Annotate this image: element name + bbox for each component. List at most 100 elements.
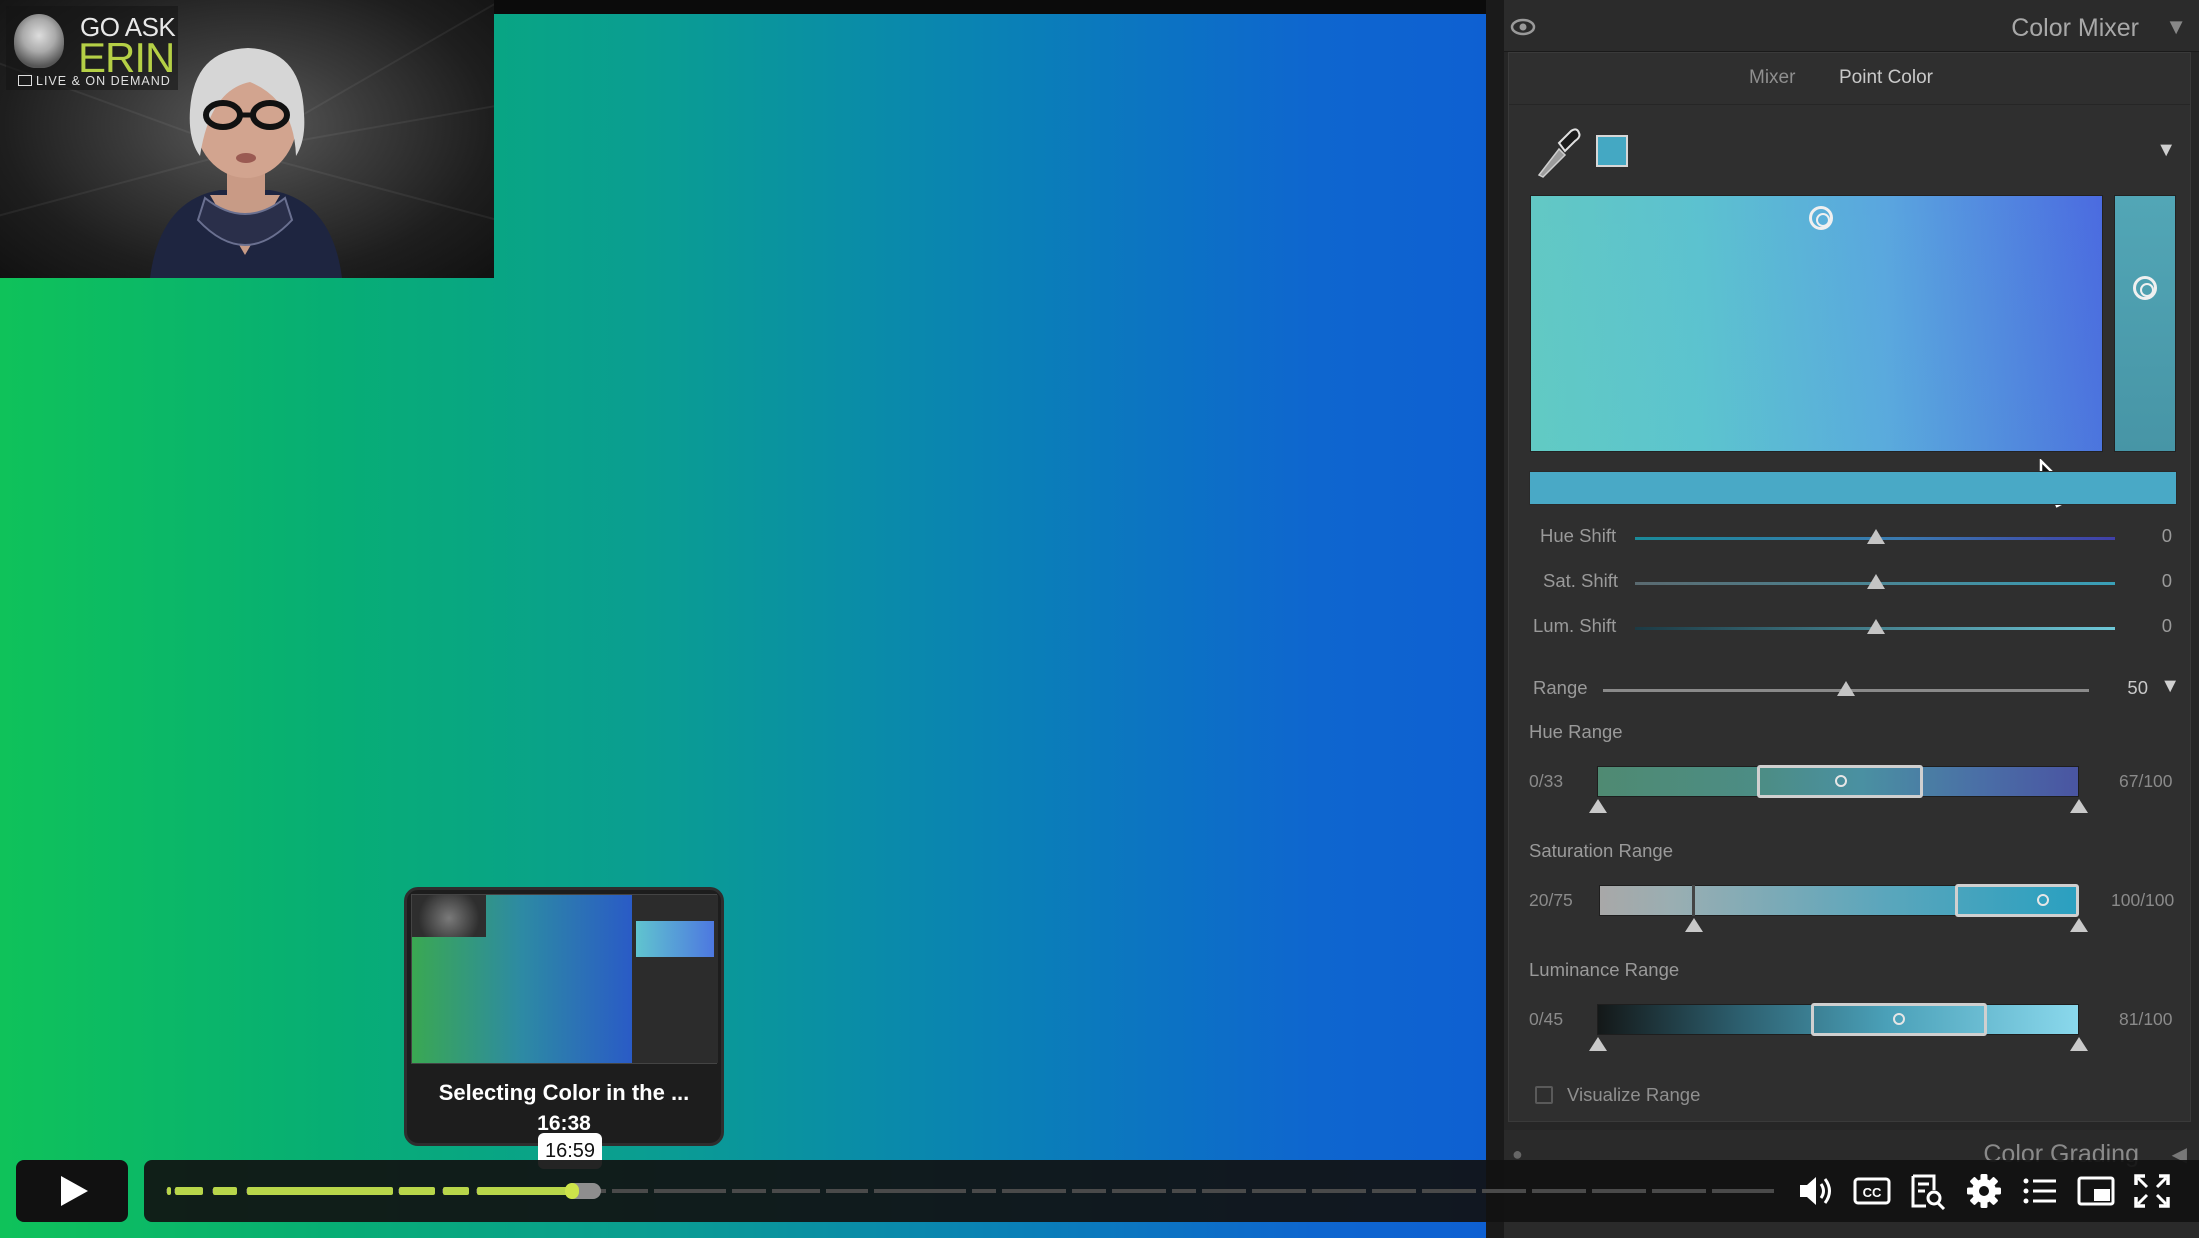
color-picker-field[interactable] (1530, 195, 2103, 508)
saturation-range-right-handle[interactable] (2070, 918, 2088, 932)
collapse-triangle-icon[interactable]: ▼ (2165, 14, 2187, 40)
progress-chapter-segment[interactable] (874, 1189, 966, 1193)
slider-range: Range 50 ▼ (1509, 675, 2190, 705)
luminance-range-center-handle[interactable] (1893, 1013, 1905, 1025)
hue-shift-label: Hue Shift (1540, 525, 1617, 546)
color-target-marker[interactable] (1809, 206, 1833, 230)
progress-chapter-segment[interactable] (1532, 1189, 1586, 1193)
panel-divider (1486, 0, 1504, 1238)
progress-chapter-segment[interactable] (1072, 1189, 1106, 1193)
hue-range-center-handle[interactable] (1835, 775, 1847, 787)
progress-chapter-segment[interactable] (1652, 1189, 1706, 1193)
progress-chapter-segment[interactable] (826, 1189, 868, 1193)
luminance-range-low-value: 0/45 (1529, 1009, 1564, 1029)
logo-text-tagline: LIVE & ON DEMAND (18, 74, 171, 88)
chapters-icon[interactable] (2020, 1172, 2060, 1210)
progress-chapter-segment[interactable] (612, 1189, 648, 1193)
sat-shift-thumb[interactable] (1867, 574, 1885, 589)
progress-chapter-segment[interactable] (1592, 1189, 1646, 1193)
slider-hue-shift: Hue Shift 0 (1509, 523, 2190, 553)
panel-title: Color Mixer (2011, 14, 2139, 42)
captions-icon[interactable]: CC (1852, 1172, 1892, 1210)
saturation-range-marker (1692, 885, 1695, 916)
saturation-range-left-handle[interactable] (1685, 918, 1703, 932)
saturation-range-low-value: 20/75 (1529, 890, 1573, 910)
progress-chapter-segment[interactable] (1482, 1189, 1526, 1193)
fullscreen-icon[interactable] (2132, 1172, 2172, 1210)
visualize-range-box[interactable] (1535, 1086, 1553, 1104)
range-expand-triangle-icon[interactable]: ▼ (2160, 675, 2180, 698)
range-value[interactable]: 50 (2127, 677, 2148, 699)
progress-chapter-segment[interactable] (732, 1189, 766, 1193)
hue-shift-value[interactable]: 0 (2162, 525, 2172, 547)
mode-tabs: Mixer Point Color (1509, 53, 2190, 105)
play-icon (61, 1176, 88, 1206)
lum-shift-value[interactable]: 0 (2162, 615, 2172, 637)
eye-icon[interactable] (1508, 14, 1538, 44)
progress-chapter-segment[interactable] (1312, 1189, 1366, 1193)
saturation-range-high-value: 100/100 (2111, 890, 2175, 910)
visualize-range-checkbox[interactable]: Visualize Range (1529, 1081, 1829, 1111)
progress-played-segment[interactable] (477, 1187, 575, 1195)
progress-chapter-segment[interactable] (1202, 1189, 1246, 1193)
lum-shift-thumb[interactable] (1867, 619, 1885, 634)
luminance-range-right-handle[interactable] (2070, 1037, 2088, 1051)
range-thumb[interactable] (1837, 681, 1855, 696)
hue-target-marker[interactable] (2133, 276, 2157, 300)
saturation-range-center-handle[interactable] (2037, 894, 2049, 906)
progress-played-segment[interactable] (213, 1187, 237, 1195)
saturation-range-selection[interactable] (1955, 884, 2079, 917)
transcript-icon[interactable] (1908, 1172, 1948, 1210)
progress-played[interactable] (166, 1187, 576, 1195)
play-button[interactable] (16, 1160, 128, 1222)
tab-mixer[interactable]: Mixer (1749, 67, 1795, 89)
hue-strip[interactable] (2114, 195, 2176, 452)
logo-tagline-label: LIVE & ON DEMAND (36, 74, 171, 88)
progress-chapter-segment[interactable] (1252, 1189, 1306, 1193)
video-top-bar (494, 0, 1494, 14)
saturation-range-label: Saturation Range (1529, 840, 1673, 861)
slider-sat-shift: Sat. Shift 0 (1509, 568, 2190, 598)
progress-chapter-segment[interactable] (1002, 1189, 1066, 1193)
hue-shift-thumb[interactable] (1867, 529, 1885, 544)
progress-chapter-segment[interactable] (1112, 1189, 1166, 1193)
selected-color-swatch[interactable] (1596, 135, 1628, 167)
progress-played-segment[interactable] (443, 1187, 469, 1195)
swatch-menu-triangle-icon[interactable]: ▼ (2156, 139, 2176, 162)
sat-shift-label: Sat. Shift (1543, 570, 1619, 591)
progress-chapter-segment[interactable] (1422, 1189, 1476, 1193)
live-play-icon (18, 75, 32, 86)
selected-color-bar (1529, 471, 2177, 505)
settings-icon[interactable] (1964, 1172, 2004, 1210)
progress-chapter-segment[interactable] (972, 1189, 996, 1193)
progress-chapter-segment[interactable] (1372, 1189, 1416, 1193)
tab-point-color[interactable]: Point Color (1839, 67, 1933, 89)
volume-icon[interactable] (1796, 1172, 1836, 1210)
luminance-range-left-handle[interactable] (1589, 1037, 1607, 1051)
progress-handle-fill (565, 1183, 579, 1199)
progress-played-segment[interactable] (167, 1187, 171, 1195)
progress-chapter-segment[interactable] (1172, 1189, 1196, 1193)
eyedropper-icon[interactable] (1531, 123, 1581, 179)
progress-chapter-segment[interactable] (772, 1189, 820, 1193)
svg-text:CC: CC (1863, 1185, 1882, 1200)
hue-range-right-handle[interactable] (2070, 799, 2088, 813)
panel-header[interactable]: Color Mixer ▼ (1504, 0, 2199, 52)
luminance-range-label: Luminance Range (1529, 959, 1680, 980)
sat-shift-value[interactable]: 0 (2162, 570, 2172, 592)
preview-webcam (412, 895, 486, 937)
preview-thumbnail (411, 894, 718, 1064)
progress-chapter-segment[interactable] (654, 1189, 726, 1193)
go-ask-erin-logo: GO ASK ERIN LIVE & ON DEMAND (6, 6, 178, 90)
color-field-shading (1531, 196, 2102, 451)
progress-played-segment[interactable] (399, 1187, 435, 1195)
progress-chapter-segment[interactable] (1712, 1189, 1774, 1193)
mascot-icon (14, 14, 64, 68)
progress-played-segment[interactable] (175, 1187, 203, 1195)
preview-color-field (636, 921, 714, 957)
progress-played-segment[interactable] (247, 1187, 393, 1195)
hue-range-label: Hue Range (1529, 721, 1623, 742)
hue-range-left-handle[interactable] (1589, 799, 1607, 813)
picture-in-picture-icon[interactable] (2076, 1172, 2116, 1210)
hue-range-high-value: 67/100 (2119, 771, 2173, 791)
